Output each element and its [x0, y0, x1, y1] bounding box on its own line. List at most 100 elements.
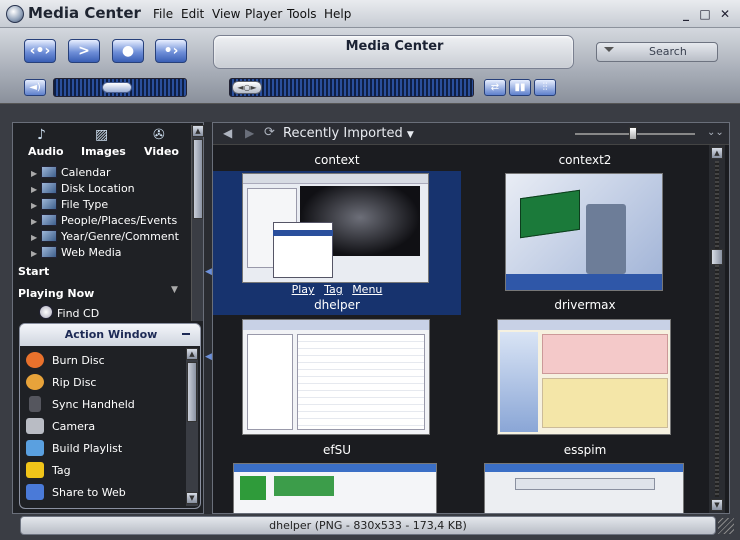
- thumbnail-dhelper[interactable]: [242, 173, 429, 283]
- back-arrow-icon[interactable]: ◀: [223, 126, 232, 140]
- scroll-up-icon[interactable]: ▲: [186, 348, 198, 360]
- view-selector[interactable]: Recently Imported ▼: [283, 126, 414, 141]
- resize-grip-icon[interactable]: [718, 518, 734, 534]
- thumbnail-drivermax[interactable]: [505, 173, 663, 291]
- selected-actions: Play Tag Menu: [213, 283, 461, 297]
- tab-audio[interactable]: Audio: [28, 145, 64, 158]
- action-sync-handheld[interactable]: Sync Handheld: [26, 394, 135, 416]
- equalizer-button[interactable]: ⫶⫶: [534, 79, 556, 96]
- action-tag[interactable]: Tag: [26, 460, 71, 482]
- scroll-down-icon[interactable]: ▼: [711, 499, 723, 511]
- menu-view[interactable]: View: [212, 7, 240, 21]
- speaker-icon: ◄): [29, 82, 41, 93]
- rip-disc-icon: [26, 374, 44, 390]
- collapse-left-icon[interactable]: ◀: [205, 267, 212, 277]
- tag-link[interactable]: Tag: [324, 283, 343, 296]
- scroll-thumb[interactable]: [711, 249, 723, 265]
- caption-drivermax: drivermax: [554, 298, 616, 312]
- thumbnail-esspim[interactable]: [497, 319, 671, 435]
- thumbnail-partial-1[interactable]: [233, 463, 437, 513]
- library-pane: ♪ ▨ ✇ Audio Images Video ▶ Calendar ▶ Disk…: [12, 122, 204, 514]
- playing-now-chevron-icon[interactable]: ▼: [171, 285, 178, 295]
- thumbnail-efsu[interactable]: [242, 319, 430, 435]
- visualizer-button[interactable]: ▮▮: [509, 79, 531, 96]
- menu-player[interactable]: Player: [245, 7, 282, 21]
- action-camera[interactable]: Camera: [26, 416, 95, 438]
- section-start[interactable]: Start: [18, 265, 49, 278]
- pane-splitter[interactable]: ◀ ◀: [204, 122, 212, 514]
- tag-icon: [26, 462, 44, 478]
- previous-button[interactable]: ‹•›: [24, 39, 56, 63]
- images-icon[interactable]: ▨: [95, 127, 108, 143]
- search-dropdown-icon[interactable]: [604, 47, 614, 52]
- seek-bar-thumb[interactable]: ◄○►: [232, 81, 262, 94]
- handheld-icon: [29, 396, 41, 412]
- caption-context: context: [314, 153, 360, 167]
- tree-item-web-media[interactable]: ▶ Web Media: [31, 245, 122, 261]
- play-button[interactable]: >: [68, 39, 100, 63]
- action-burn-disc[interactable]: Burn Disc: [26, 350, 105, 372]
- minimize-icon[interactable]: _: [678, 6, 694, 22]
- browser-scrollbar[interactable]: ▲ ▼: [709, 145, 725, 513]
- thumbnail-partial-2[interactable]: [484, 463, 684, 513]
- collapse-icon[interactable]: [182, 333, 190, 335]
- people-icon: [41, 214, 57, 226]
- film-reel-icon[interactable]: ✇: [153, 127, 165, 143]
- stop-button[interactable]: ●: [112, 39, 144, 63]
- share-web-icon: [26, 484, 44, 500]
- tab-images[interactable]: Images: [81, 145, 126, 158]
- tree-item-people[interactable]: ▶ People/Places/Events: [31, 213, 177, 229]
- media-browser: ◀ ▶ ⟳ Recently Imported ▼ ⌄⌄ context con…: [212, 122, 730, 514]
- find-cd-item[interactable]: Find CD: [39, 305, 99, 321]
- volume-slider-thumb[interactable]: [102, 82, 132, 93]
- action-rip-disc[interactable]: Rip Disc: [26, 372, 96, 394]
- action-build-playlist[interactable]: Build Playlist: [26, 438, 122, 460]
- action-scrollbar[interactable]: ▲ ▼: [186, 348, 198, 506]
- expand-chevron-icon[interactable]: ⌄⌄: [707, 127, 724, 138]
- tree-item-calendar[interactable]: ▶ Calendar: [31, 165, 110, 181]
- menu-tools[interactable]: Tools: [287, 7, 317, 21]
- next-button[interactable]: •›: [155, 39, 187, 63]
- library-scrollbar[interactable]: ▲: [191, 125, 204, 321]
- repeat-button[interactable]: ⇄: [484, 79, 506, 96]
- forward-arrow-icon[interactable]: ▶: [245, 126, 254, 140]
- play-link[interactable]: Play: [292, 283, 315, 296]
- tab-video[interactable]: Video: [144, 145, 179, 158]
- menu-link[interactable]: Menu: [352, 283, 382, 296]
- menu-help[interactable]: Help: [324, 7, 351, 21]
- now-playing-display: Media Center: [213, 35, 574, 69]
- playlist-icon: [26, 440, 44, 456]
- scroll-thumb[interactable]: [193, 139, 203, 219]
- music-note-icon[interactable]: ♪: [37, 127, 46, 143]
- tree-item-disk-location[interactable]: ▶ Disk Location: [31, 181, 135, 197]
- browser-nav-bar: ◀ ▶ ⟳ Recently Imported ▼ ⌄⌄: [213, 123, 729, 145]
- collapse-action-icon[interactable]: ◀: [205, 352, 212, 362]
- search-input[interactable]: Search: [596, 42, 718, 62]
- scroll-thumb[interactable]: [187, 362, 197, 422]
- year-genre-icon: [41, 230, 57, 242]
- caption-esspim: esspim: [563, 443, 607, 457]
- thumbnail-size-thumb[interactable]: [629, 127, 637, 140]
- view-dropdown-icon: ▼: [406, 130, 414, 140]
- maximize-icon[interactable]: □: [697, 6, 713, 22]
- app-logo-icon: [6, 5, 24, 23]
- scroll-up-icon[interactable]: ▲: [711, 147, 723, 159]
- tree-item-year-genre[interactable]: ▶ Year/Genre/Comment: [31, 229, 179, 245]
- close-icon[interactable]: ✕: [717, 6, 733, 22]
- scroll-up-icon[interactable]: ▲: [192, 125, 204, 137]
- caption-dhelper: dhelper: [314, 298, 360, 312]
- section-playing-now[interactable]: Playing Now: [18, 287, 94, 300]
- seek-bar[interactable]: [229, 78, 474, 97]
- bars-icon: ▮▮: [514, 82, 526, 93]
- web-media-icon: [41, 246, 57, 258]
- scroll-down-icon[interactable]: ▼: [186, 492, 198, 504]
- stop-icon: ●: [121, 43, 135, 59]
- refresh-icon[interactable]: ⟳: [264, 125, 275, 140]
- action-share-to-web[interactable]: Share to Web: [26, 482, 126, 504]
- previous-icon: ‹•›: [29, 43, 51, 59]
- menu-edit[interactable]: Edit: [181, 7, 204, 21]
- tree-item-file-type[interactable]: ▶ File Type: [31, 197, 108, 213]
- mute-button[interactable]: ◄): [24, 79, 46, 96]
- menu-file[interactable]: File: [153, 7, 173, 21]
- next-icon: •›: [163, 43, 179, 59]
